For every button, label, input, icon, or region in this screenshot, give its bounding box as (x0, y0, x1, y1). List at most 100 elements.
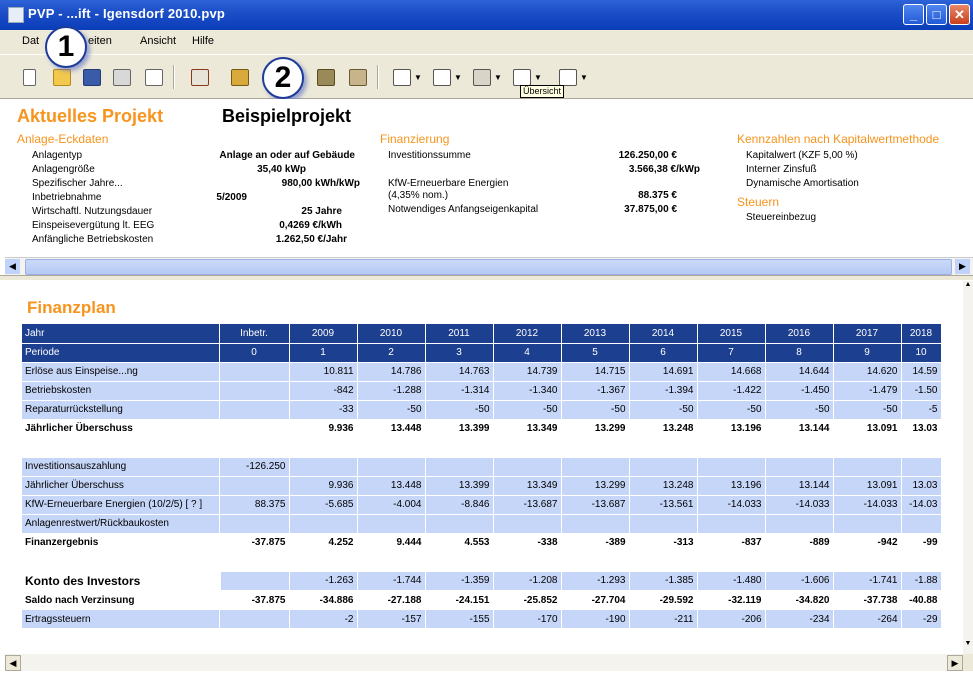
steuereinbezug-item: Steuereinbezug (746, 212, 817, 223)
table-cell (289, 514, 358, 534)
tooltip: Übersicht (520, 85, 565, 98)
save-button[interactable] (80, 67, 102, 87)
finance-button[interactable] (228, 67, 250, 87)
table-cell (219, 552, 290, 572)
table-cell: -33 (289, 400, 358, 420)
table-header-cell: 2015 (697, 324, 766, 344)
scroll-left-button[interactable]: ◀ (5, 259, 20, 274)
table-cell (493, 552, 562, 572)
table-header-cell: 2009 (289, 324, 358, 344)
table-cell (219, 362, 290, 382)
anlage-value: 980,00 kWh/kWp (281, 178, 360, 189)
project-horizontal-scrollbar[interactable]: ◀ ▶ (5, 257, 973, 275)
table-cell: -155 (425, 609, 494, 629)
anlage-value: 35,40 kWp (257, 164, 306, 175)
table-cell (901, 552, 942, 572)
table-cell (150, 571, 159, 591)
table-header-cell: 2013 (561, 324, 630, 344)
minimize-button[interactable]: _ (903, 4, 924, 25)
table-header-cell: 1 (289, 343, 358, 363)
callout-marker-2: 2 (262, 57, 304, 99)
table-cell: 13.299 (561, 476, 630, 496)
money-icon (231, 69, 249, 86)
table-cell: 13.399 (425, 476, 494, 496)
open-button[interactable] (50, 67, 72, 87)
scroll-up-button[interactable]: ▲ (963, 281, 973, 295)
close-button[interactable]: ✕ (949, 4, 970, 25)
table-header-cell: 8 (765, 343, 834, 363)
table-cell: -264 (833, 609, 902, 629)
table-cell (697, 457, 766, 477)
menu-help[interactable]: Hilfe (192, 35, 214, 47)
row-label: Betriebskosten (22, 381, 220, 401)
steuern-section-title: Steuern (737, 195, 780, 209)
table-cell: 13.248 (629, 476, 698, 496)
table-cell: -29.592 (629, 590, 698, 610)
table-cell: -2 (289, 609, 358, 629)
table-cell (629, 514, 698, 534)
finanzplan-horizontal-scrollbar[interactable]: ◀ ▶ (5, 654, 963, 671)
print-preview-button[interactable] (142, 67, 164, 87)
table-header-cell: 6 (629, 343, 698, 363)
menu-edit[interactable]: eiten (88, 35, 112, 47)
table-icon (393, 69, 411, 86)
folder-icon (53, 69, 71, 86)
table-cell (697, 552, 766, 572)
finanzplan-vertical-scrollbar[interactable]: ▲ ▼ (963, 281, 973, 654)
menu-file[interactable]: Dat (22, 35, 39, 47)
list-dropdown-arrow[interactable]: ▼ (580, 73, 588, 82)
table-cell: -4.004 (357, 495, 426, 515)
overview-dropdown-arrow[interactable]: ▼ (494, 73, 502, 82)
pane-splitter[interactable] (0, 275, 973, 280)
table-cell (425, 457, 494, 477)
table-header-cell: Periode (22, 343, 220, 363)
chart-dropdown-arrow[interactable]: ▼ (454, 73, 462, 82)
anlage-label: Spezifischer Jahre... (32, 178, 123, 189)
table-cell: -1.208 (493, 571, 562, 591)
table-cell: -1.741 (833, 571, 902, 591)
scroll-down-button[interactable]: ▼ (963, 640, 973, 654)
report-dropdown-arrow[interactable]: ▼ (534, 73, 542, 82)
table-cell: -126.250 (219, 457, 290, 477)
table-cell (425, 438, 494, 458)
report-button[interactable] (510, 67, 532, 87)
kfw-rate-label: (4,35% nom.) (388, 190, 449, 201)
solar-button[interactable] (314, 67, 336, 87)
project-button[interactable] (188, 67, 210, 87)
table-cell: -50 (561, 400, 630, 420)
table-cell: 88.375 (219, 495, 290, 515)
table-cell (697, 514, 766, 534)
list-button[interactable] (556, 67, 578, 87)
chart-button[interactable] (430, 67, 452, 87)
table-cell: -25.852 (493, 590, 562, 610)
calculator-button[interactable] (346, 67, 368, 87)
new-button[interactable] (18, 67, 40, 87)
table-header-cell: 2017 (833, 324, 902, 344)
row-label: Jährlicher Überschuss (22, 419, 220, 439)
table-row: Konto des Investors (22, 571, 222, 591)
scroll-right-button[interactable]: ▶ (955, 259, 970, 274)
maximize-button[interactable]: □ (926, 4, 947, 25)
menu-view[interactable]: Ansicht (140, 35, 176, 47)
table-dropdown-arrow[interactable]: ▼ (414, 73, 422, 82)
table-cell: 14.739 (493, 362, 562, 382)
table-cell (425, 514, 494, 534)
scroll-right-button[interactable]: ▶ (947, 655, 963, 671)
table-row: Reparaturrückstellung -33 -50 -50 -50 -50 -50-… (22, 400, 942, 420)
table-cell: -389 (561, 533, 630, 553)
scroll-thumb[interactable] (25, 259, 952, 275)
table-cell: -13.687 (561, 495, 630, 515)
print-button[interactable] (110, 67, 132, 87)
table-cell (493, 514, 562, 534)
table-header-cell: 9 (833, 343, 902, 363)
table-header-cell: 4 (493, 343, 562, 363)
table-cell: -170 (493, 609, 562, 629)
kfw-label: KfW-Erneuerbare Energien (388, 178, 509, 189)
table-cell: -37.738 (833, 590, 902, 610)
scroll-left-button[interactable]: ◀ (5, 655, 21, 671)
table-button[interactable] (390, 67, 412, 87)
table-cell (164, 571, 173, 591)
table-cell (157, 571, 166, 591)
overview-button[interactable] (470, 67, 492, 87)
table-cell: 13.349 (493, 419, 562, 439)
